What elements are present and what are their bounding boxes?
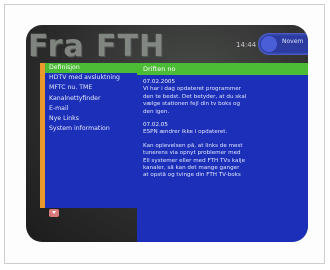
- content-panel: Driften no 07.02.2005 Vi har i dag opdat…: [137, 63, 308, 242]
- sidebar-item-definisjon[interactable]: Definisjon: [45, 63, 141, 74]
- sidebar-item-system-info[interactable]: System information: [45, 124, 141, 134]
- news-item: 07.02.05 ESPN ændrer ikke i opdateret.: [143, 122, 302, 137]
- clock-time: 14:44: [236, 41, 257, 49]
- brand-logo: Fra FTH: [28, 29, 166, 64]
- news-line: kanaler, så kan det mange ganger: [143, 165, 240, 172]
- news-item: 07.02.2005 Vi har i dag opdateret progra…: [143, 79, 302, 116]
- content-title: Driften no: [137, 63, 308, 75]
- news-date: 07.02.05: [143, 122, 168, 129]
- news-line: tunerens via opnyt problemer med: [143, 150, 241, 157]
- content-body: 07.02.2005 Vi har i dag opdateret progra…: [137, 75, 308, 190]
- news-date: 07.02.2005: [143, 79, 176, 85]
- sidebar-menu: Definisjon HDTV med avsluktning MFTC nu.…: [40, 63, 141, 217]
- news-line: Vi har i dag opdateret programmer: [143, 86, 241, 93]
- news-line: at opstå og tvinge din FTH TV-boks: [143, 172, 241, 179]
- sidebar-item-email[interactable]: E-mail: [45, 104, 141, 114]
- channel-badge: Novem: [258, 33, 308, 55]
- sidebar-item-links[interactable]: Nye Links: [45, 114, 141, 124]
- sidebar-item-hdtv[interactable]: HDTV med avsluktning: [45, 73, 141, 83]
- sidebar-item-mftc[interactable]: MFTC nu. TME: [45, 83, 141, 93]
- news-line: ESPN ændrer ikke i opdateret.: [143, 129, 228, 136]
- tv-screen: Fra FTH 14:44 Novem Definisjon HDTV med …: [26, 25, 308, 242]
- news-line: den te bedst. Det betyder, at du skal: [143, 93, 247, 100]
- scroll-down-icon[interactable]: [49, 209, 59, 217]
- news-line: Kan oplevelsen på, at links de mest: [143, 142, 243, 149]
- news-line: Ell systemer eller med FTH TVs kalje: [143, 157, 246, 164]
- news-line: den igen.: [143, 108, 170, 115]
- badge-globe-icon: [261, 36, 277, 52]
- sidebar-item-kanal[interactable]: Kanalnettyfinder: [45, 94, 141, 104]
- badge-label: Novem: [282, 38, 304, 45]
- news-item: Kan oplevelsen på, at links de mest tune…: [143, 143, 302, 180]
- news-line: vælge stationen fejl din tv boks og: [143, 101, 241, 108]
